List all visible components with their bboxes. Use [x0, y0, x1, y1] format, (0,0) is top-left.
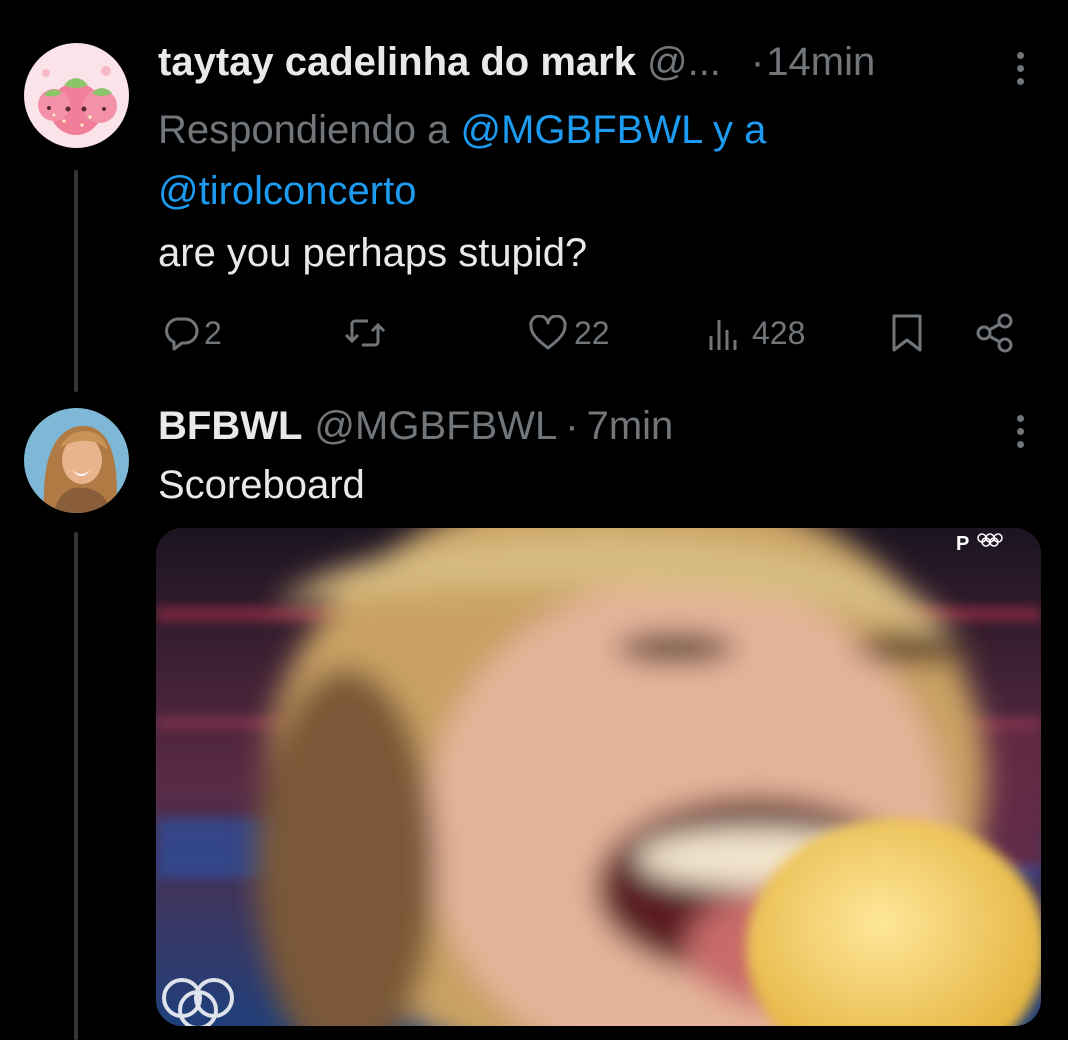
- like-count: 22: [574, 314, 610, 351]
- header-separator: ·: [565, 404, 579, 448]
- bookmark-button[interactable]: [890, 308, 924, 358]
- avatar[interactable]: [24, 43, 129, 148]
- reply-mention-link[interactable]: @MGBFBWL: [460, 108, 701, 152]
- strawberry-avatar-image: [24, 43, 129, 148]
- tweet-text: Scoreboard: [158, 463, 365, 507]
- svg-text:P: P: [956, 533, 969, 555]
- retweet-icon: [344, 319, 386, 347]
- thread-connector-line: [74, 532, 78, 1040]
- timestamp[interactable]: 7min: [587, 402, 674, 450]
- display-name[interactable]: BFBWL: [158, 402, 302, 450]
- share-button[interactable]: [974, 308, 1016, 358]
- header-separator: ·: [750, 40, 765, 84]
- reply-prefix: Respondiendo a: [158, 108, 450, 152]
- heart-icon: [529, 315, 567, 350]
- views-button[interactable]: 428: [706, 308, 805, 358]
- reply-count: 2: [204, 314, 222, 351]
- view-count: 428: [752, 314, 806, 351]
- avatar[interactable]: [24, 408, 129, 513]
- reply-context: Respondiendo a @MGBFBWL y a @tirolconcer…: [158, 100, 978, 222]
- timestamp[interactable]: 14min: [766, 38, 875, 86]
- tweet-header: BFBWL @MGBFBWL · 7min: [158, 402, 673, 450]
- bookmark-icon: [892, 314, 922, 352]
- tweet-header: taytay cadelinha do mark @... · 14min: [158, 38, 875, 86]
- profile-photo-image: [24, 408, 129, 513]
- thread-connector-line: [74, 170, 78, 392]
- user-handle[interactable]: @MGBFBWL: [314, 402, 557, 450]
- like-button[interactable]: 22: [528, 308, 610, 358]
- tweet-actions-bar: 2 22 428: [158, 308, 1028, 358]
- user-handle[interactable]: @...: [647, 38, 721, 86]
- timeline: taytay cadelinha do mark @... · 14min Re…: [0, 0, 1068, 1040]
- views-icon: [709, 320, 737, 350]
- tweet-text: are you perhaps stupid?: [158, 231, 588, 275]
- more-options-icon[interactable]: [1015, 415, 1025, 448]
- display-name[interactable]: taytay cadelinha do mark: [158, 38, 636, 86]
- reply-conjunction: y a: [712, 108, 767, 152]
- share-icon: [976, 313, 1013, 353]
- reply-mention-link[interactable]: @tirolconcerto: [158, 169, 416, 213]
- meme-photo: P: [156, 528, 1041, 1026]
- reply-icon: [165, 317, 199, 351]
- reply-button[interactable]: 2: [162, 308, 222, 358]
- retweet-button[interactable]: [344, 308, 386, 358]
- more-options-icon[interactable]: [1015, 52, 1025, 85]
- tweet-media-image[interactable]: P: [156, 528, 1041, 1026]
